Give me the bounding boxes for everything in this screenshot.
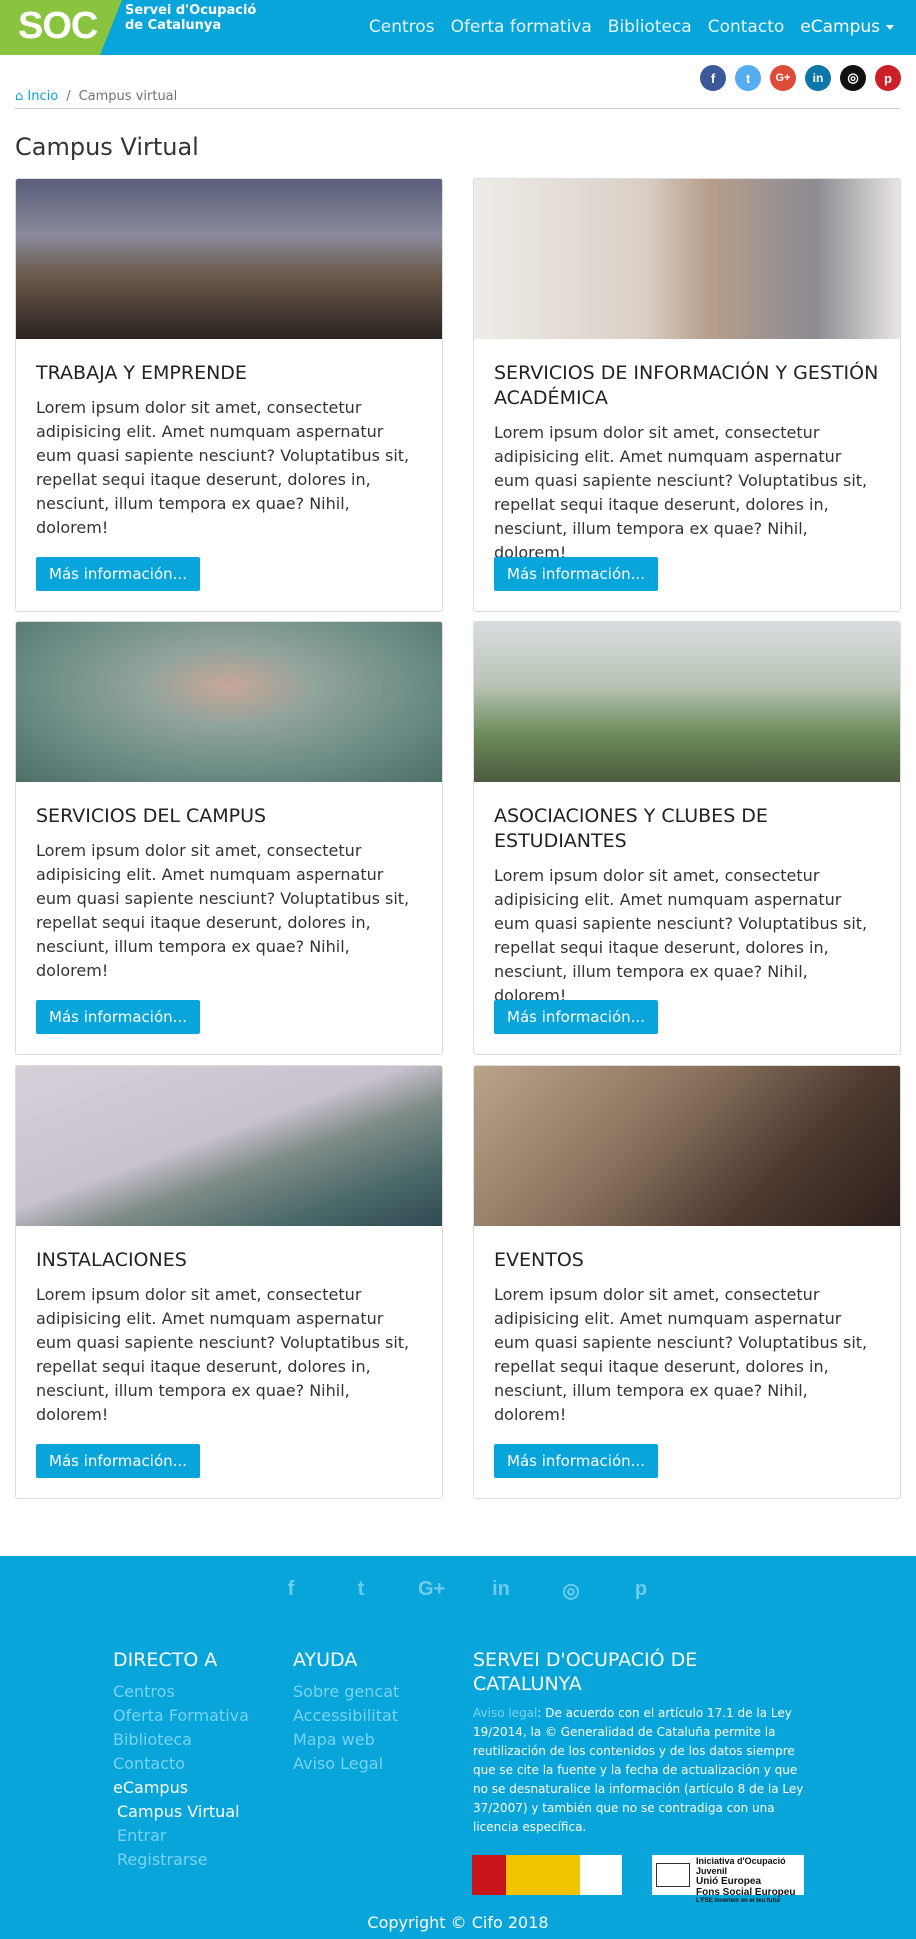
- mas-informacion-button[interactable]: Más información...: [36, 1000, 200, 1034]
- badge-line-1: Iniciativa d'Ocupació Juvenil: [696, 1856, 786, 1876]
- twitter-icon[interactable]: t: [735, 65, 761, 91]
- footer-link-entrar[interactable]: Entrar: [113, 1824, 273, 1848]
- card-image-students: [474, 622, 900, 782]
- coat-of-arms-icon: [472, 1855, 506, 1895]
- card-text: Lorem ipsum dolor sit amet, consectetur …: [494, 1285, 868, 1424]
- main-nav: Centros Oferta formativa Biblioteca Cont…: [369, 17, 894, 37]
- copyright: Copyright © Cifo 2018: [367, 1913, 549, 1932]
- home-icon: ⌂: [15, 89, 24, 104]
- footer-link-aviso-legal[interactable]: Aviso Legal: [293, 1752, 453, 1776]
- linkedin-icon[interactable]: in: [805, 65, 831, 91]
- caret-down-icon: [886, 24, 894, 30]
- breadcrumb-separator: /: [66, 89, 71, 104]
- footer-social-icons: f t G+ in ◎ p: [278, 1578, 654, 1603]
- nav-item-biblioteca[interactable]: Biblioteca: [608, 17, 692, 37]
- footer-soc: SERVEI D'OCUPACIÓ DE CATALUNYA Aviso leg…: [473, 1648, 808, 1837]
- card-title: TRABAJA Y EMPRENDE: [36, 362, 247, 384]
- facebook-icon[interactable]: f: [278, 1578, 304, 1603]
- footer-link-campus-virtual[interactable]: Campus Virtual: [113, 1800, 273, 1824]
- card-eventos: EVENTOS Lorem ipsum dolor sit amet, cons…: [473, 1065, 901, 1499]
- navbar: SOC Servei d'Ocupació de Catalunya Centr…: [0, 0, 916, 55]
- pinterest-icon[interactable]: p: [628, 1578, 654, 1603]
- eu-fse-logo: Iniciativa d'Ocupació Juvenil Unió Europ…: [652, 1855, 804, 1904]
- card-title: SERVICIOS DE INFORMACIÓN Y GESTIÓN ACADÉ…: [494, 362, 879, 409]
- footer: f t G+ in ◎ p DIRECTO A Centros Oferta F…: [0, 1556, 916, 1939]
- card-text: Lorem ipsum dolor sit amet, consectetur …: [36, 398, 410, 537]
- google-plus-icon[interactable]: G+: [418, 1578, 445, 1603]
- social-links: f t G+ in ◎ p: [700, 65, 901, 91]
- card-servicios-informacion: SERVICIOS DE INFORMACIÓN Y GESTIÓN ACADÉ…: [473, 178, 901, 612]
- linkedin-icon[interactable]: in: [488, 1578, 514, 1603]
- footer-link-oferta-formativa[interactable]: Oferta Formativa: [113, 1704, 273, 1728]
- badge-line-3: Fons Social Europeu: [696, 1887, 796, 1898]
- breadcrumb-home-label: Incio: [27, 89, 59, 104]
- card-servicios-del-campus: SERVICIOS DEL CAMPUS Lorem ipsum dolor s…: [15, 621, 443, 1055]
- instagram-icon[interactable]: ◎: [558, 1578, 584, 1603]
- logo[interactable]: SOC: [18, 5, 98, 48]
- aviso-legal-link[interactable]: Aviso legal: [473, 1706, 537, 1720]
- card-image-tower: [16, 1066, 442, 1226]
- card-asociaciones-y-clubes: ASOCIACIONES Y CLUBES DE ESTUDIANTES Lor…: [473, 621, 901, 1055]
- badge-line-4: L'FSE inverteix en el teu futur: [696, 1898, 781, 1904]
- brand-line-1: Servei d'Ocupació: [125, 3, 257, 18]
- ministry-stripe: [506, 1855, 580, 1895]
- footer-directo-a: DIRECTO A Centros Oferta Formativa Bibli…: [113, 1648, 273, 1872]
- card-image-handshake: [474, 179, 900, 339]
- footer-link-contacto[interactable]: Contacto: [113, 1752, 273, 1776]
- footer-link-biblioteca[interactable]: Biblioteca: [113, 1728, 273, 1752]
- mas-informacion-button[interactable]: Más información...: [36, 557, 200, 591]
- card-title: EVENTOS: [494, 1249, 584, 1271]
- legal-body: : De acuerdo con el artículo 17.1 de la …: [473, 1706, 804, 1834]
- facebook-icon[interactable]: f: [700, 65, 726, 91]
- nav-item-centros[interactable]: Centros: [369, 17, 435, 37]
- brand-line-2: de Catalunya: [125, 18, 222, 33]
- card-title: SERVICIOS DEL CAMPUS: [36, 805, 267, 827]
- divider: [15, 108, 900, 109]
- card-trabaja-y-emprende: TRABAJA Y EMPRENDE Lorem ipsum dolor sit…: [15, 178, 443, 612]
- footer-ayuda: AYUDA Sobre gencat Accessibilitat Mapa w…: [293, 1648, 453, 1776]
- card-text: Lorem ipsum dolor sit amet, consectetur …: [494, 866, 868, 1005]
- footer-link-mapa-web[interactable]: Mapa web: [293, 1728, 453, 1752]
- card-text: Lorem ipsum dolor sit amet, consectetur …: [494, 423, 868, 562]
- twitter-icon[interactable]: t: [348, 1578, 374, 1603]
- footer-link-sobre-gencat[interactable]: Sobre gencat: [293, 1680, 453, 1704]
- page-title: Campus Virtual: [15, 133, 199, 161]
- ministry-logo: [472, 1855, 622, 1895]
- instagram-icon[interactable]: ◎: [840, 65, 866, 91]
- mas-informacion-button[interactable]: Más información...: [494, 557, 658, 591]
- google-plus-icon[interactable]: G+: [770, 65, 796, 91]
- card-title: ASOCIACIONES Y CLUBES DE ESTUDIANTES: [494, 805, 768, 852]
- badge-line-2: Unió Europea: [696, 1876, 762, 1887]
- footer-heading: SERVEI D'OCUPACIÓ DE CATALUNYA: [473, 1649, 698, 1695]
- footer-heading: DIRECTO A: [113, 1649, 218, 1671]
- footer-link-accessibilitat[interactable]: Accessibilitat: [293, 1704, 453, 1728]
- card-text: Lorem ipsum dolor sit amet, consectetur …: [36, 841, 410, 980]
- ecampus-label: eCampus: [800, 17, 880, 37]
- breadcrumb-current: Campus virtual: [78, 89, 178, 104]
- breadcrumb-home[interactable]: ⌂ Incio: [15, 89, 58, 104]
- card-image-building: [16, 179, 442, 339]
- card-text: Lorem ipsum dolor sit amet, consectetur …: [36, 1285, 410, 1424]
- card-image-swimmer: [16, 622, 442, 782]
- footer-link-centros[interactable]: Centros: [113, 1680, 273, 1704]
- nav-item-oferta-formativa[interactable]: Oferta formativa: [451, 17, 592, 37]
- legal-text: Aviso legal: De acuerdo con el artículo …: [473, 1704, 808, 1837]
- mas-informacion-button[interactable]: Más información...: [494, 1000, 658, 1034]
- footer-link-registrarse[interactable]: Registrarse: [113, 1848, 273, 1872]
- footer-heading: AYUDA: [293, 1649, 358, 1671]
- pinterest-icon[interactable]: p: [875, 65, 901, 91]
- footer-link-ecampus[interactable]: eCampus: [113, 1776, 273, 1800]
- mas-informacion-button[interactable]: Más información...: [36, 1444, 200, 1478]
- nav-item-ecampus-dropdown[interactable]: eCampus: [800, 17, 894, 37]
- nav-item-contacto[interactable]: Contacto: [708, 17, 785, 37]
- breadcrumb: ⌂ Incio / Campus virtual: [15, 89, 177, 104]
- card-image-laptop: [474, 1066, 900, 1226]
- mas-informacion-button[interactable]: Más información...: [494, 1444, 658, 1478]
- card-instalaciones: INSTALACIONES Lorem ipsum dolor sit amet…: [15, 1065, 443, 1499]
- brand-name[interactable]: Servei d'Ocupació de Catalunya: [125, 3, 256, 33]
- eu-flag-icon: [656, 1863, 690, 1887]
- card-title: INSTALACIONES: [36, 1249, 187, 1271]
